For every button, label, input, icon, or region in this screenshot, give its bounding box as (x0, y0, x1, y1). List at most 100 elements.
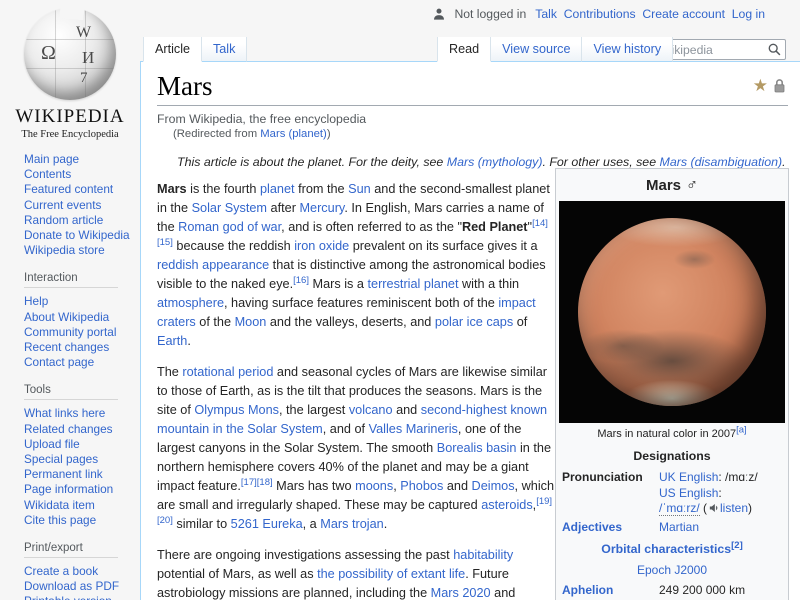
wiki-link[interactable]: polar ice caps (435, 315, 513, 329)
sidebar-item-special-pages[interactable]: Special pages (24, 452, 98, 466)
wiki-link[interactable]: volcano (349, 403, 393, 417)
wiki-link[interactable]: iron oxide (294, 239, 349, 253)
wiki-link[interactable]: Valles Marineris (369, 422, 458, 436)
wiki-link[interactable]: Mars (mythology) (447, 155, 543, 169)
sidebar-list-item: Page information (24, 482, 140, 497)
tab-label[interactable]: Article (155, 42, 190, 56)
sidebar-item-page-information[interactable]: Page information (24, 482, 113, 496)
reference-link[interactable]: [a] (736, 425, 747, 436)
wiki-link[interactable]: Sun (348, 182, 371, 196)
sidebar-item-what-links-here[interactable]: What links here (24, 406, 105, 420)
sidebar-list-item: Help (24, 294, 140, 309)
text: , the largest (278, 403, 349, 417)
sidebar-item-wikipedia-store[interactable]: Wikipedia store (24, 243, 105, 257)
sidebar-item-donate-to-wikipedia[interactable]: Donate to Wikipedia (24, 228, 130, 242)
wiki-link[interactable]: Phobos (400, 479, 443, 493)
wiki-link[interactable]: the possibility of extant life (317, 567, 465, 581)
text: Red Planet (461, 220, 528, 234)
sidebar-item-contact-page[interactable]: Contact page (24, 355, 94, 369)
personal-link-create-account[interactable]: Create account (642, 7, 725, 21)
sidebar-list-item: Featured content (24, 182, 140, 197)
reference-link[interactable]: [2] (731, 540, 743, 551)
sidebar-item-main-page[interactable]: Main page (24, 152, 79, 166)
reference-link[interactable]: [17][18] (241, 477, 273, 488)
page-protected-lock-icon[interactable] (773, 78, 786, 93)
sidebar-item-current-events[interactable]: Current events (24, 198, 101, 212)
tab-label[interactable]: View history (593, 42, 661, 56)
wiki-link[interactable]: Earth (157, 334, 187, 348)
wiki-link[interactable]: UK English (659, 470, 718, 484)
wiki-link[interactable]: Mars 2020 (431, 586, 491, 600)
text: , having surface features reminiscent bo… (224, 296, 499, 310)
text: of (513, 315, 528, 329)
wiki-link[interactable]: Olympus Mons (194, 403, 279, 417)
sidebar-list-item: Contents (24, 167, 140, 182)
wiki-link[interactable]: /ˈmɑːrz/ (659, 501, 700, 516)
sidebar-item-download-as-pdf[interactable]: Download as PDF (24, 579, 119, 593)
wiki-link[interactable]: Mercury (299, 201, 344, 215)
mars-photo[interactable] (559, 201, 785, 424)
sidebar-list-item: Permanent link (24, 467, 140, 482)
tab-read[interactable]: Read (437, 37, 492, 62)
wiki-link[interactable]: Moon (235, 315, 267, 329)
sidebar-item-random-article[interactable]: Random article (24, 213, 103, 227)
text: and the valleys, deserts, and (266, 315, 435, 329)
wiki-link[interactable]: planet (260, 182, 295, 196)
wiki-link[interactable]: reddish appearance (157, 258, 269, 272)
tab-talk[interactable]: Talk (202, 37, 248, 62)
wiki-link[interactable]: Orbital characteristics (601, 542, 731, 556)
wiki-link[interactable]: US English (659, 486, 718, 500)
sidebar-item-wikidata-item[interactable]: Wikidata item (24, 498, 95, 512)
sidebar-item-recent-changes[interactable]: Recent changes (24, 340, 109, 354)
personal-link-contributions[interactable]: Contributions (564, 7, 636, 21)
infobox-label-link[interactable]: Adjectives (562, 520, 622, 534)
wiki-link[interactable]: 5261 Eureka (231, 517, 303, 531)
sidebar-item-permanent-link[interactable]: Permanent link (24, 467, 103, 481)
infobox-label-link[interactable]: Aphelion (562, 583, 613, 597)
wiki-link[interactable]: Deimos (472, 479, 515, 493)
sidebar-item-featured-content[interactable]: Featured content (24, 182, 113, 196)
sidebar-item-community-portal[interactable]: Community portal (24, 325, 116, 339)
wiki-link[interactable]: rotational period (182, 365, 273, 379)
wiki-link[interactable]: Solar System (192, 201, 267, 215)
wiki-link[interactable]: atmosphere (157, 296, 224, 310)
wiki-link[interactable]: terrestrial planet (368, 277, 459, 291)
wiki-link[interactable]: Mars (disambiguation) (660, 155, 783, 169)
wiki-link[interactable]: Mars (planet) (260, 128, 327, 140)
sidebar-item-help[interactable]: Help (24, 294, 48, 308)
text: of the (195, 315, 235, 329)
search-icon[interactable] (768, 43, 781, 56)
wiki-link[interactable]: moons (355, 479, 393, 493)
reference-link[interactable]: [16] (293, 275, 309, 286)
tab-article[interactable]: Article (143, 37, 202, 62)
tab-label[interactable]: Talk (213, 42, 235, 56)
wiki-link[interactable]: Roman god of war (178, 220, 281, 234)
tab-view-source[interactable]: View source (491, 37, 583, 62)
tab-label[interactable]: Read (449, 42, 479, 56)
sidebar-item-related-changes[interactable]: Related changes (24, 422, 113, 436)
sidebar-item-cite-this-page[interactable]: Cite this page (24, 513, 96, 527)
listen-link[interactable]: listen (707, 501, 748, 515)
featured-article-star-icon[interactable]: ★ (753, 77, 768, 94)
wiki-link[interactable]: Martian (659, 520, 699, 534)
sidebar-item-contents[interactable]: Contents (24, 167, 71, 181)
personal-link-log-in[interactable]: Log in (732, 7, 765, 21)
text: , and is often referred to as the " (281, 220, 462, 234)
wikipedia-logo[interactable]: Ω W И 7 WIKIPEDIA The Free Encyclopedia (8, 8, 133, 140)
portal-heading: Interaction (24, 272, 118, 289)
sidebar-list-item: Related changes (24, 422, 140, 437)
wiki-link[interactable]: habitability (453, 548, 513, 562)
tab-view-history[interactable]: View history (582, 37, 674, 62)
wiki-link[interactable]: Mars trojan (320, 517, 383, 531)
sidebar-portal: Main page Contents Featured content Current… (24, 152, 140, 258)
text: and (490, 586, 516, 600)
sidebar-item-about-wikipedia[interactable]: About Wikipedia (24, 310, 109, 324)
tab-label[interactable]: View source (502, 42, 570, 56)
wiki-link[interactable]: Epoch J2000 (637, 563, 707, 577)
sidebar-item-printable-version[interactable]: Printable version (24, 594, 112, 600)
wiki-link[interactable]: Borealis basin (437, 441, 517, 455)
sidebar-item-upload-file[interactable]: Upload file (24, 437, 80, 451)
personal-link-talk[interactable]: Talk (535, 7, 557, 21)
wiki-link[interactable]: asteroids (481, 498, 532, 512)
sidebar-item-create-a-book[interactable]: Create a book (24, 564, 98, 578)
